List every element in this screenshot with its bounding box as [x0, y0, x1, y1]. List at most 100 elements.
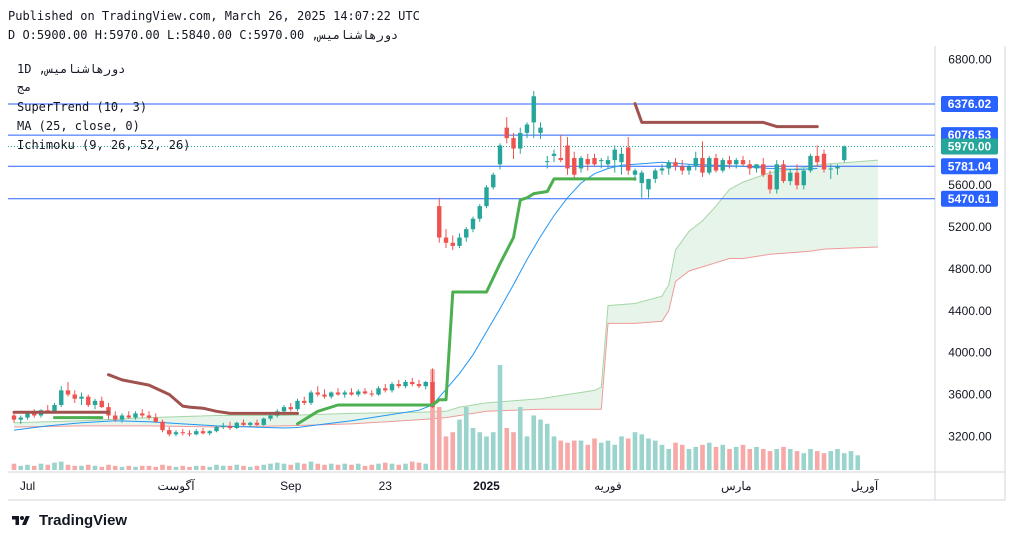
volume-bar [11, 463, 17, 470]
candle-body [146, 415, 152, 418]
level-price-label: 6376.02 [948, 97, 992, 111]
volume-bar [234, 464, 240, 470]
candle-body [315, 392, 320, 395]
candle-body [457, 237, 462, 246]
candle-body [464, 229, 469, 238]
candle-body [693, 157, 698, 167]
volume-bar [106, 464, 111, 470]
volume-bar [524, 436, 530, 470]
current-price-label: 5970.00 [948, 139, 992, 153]
volume-bar [484, 436, 489, 470]
legend-ichimoku[interactable]: Ichimoku (9, 26, 52, 26) [17, 138, 190, 152]
volume-bar [58, 461, 64, 470]
candle-body [578, 157, 584, 169]
volume-bar [504, 428, 510, 470]
candle-body [133, 413, 138, 418]
candle-body [808, 155, 813, 171]
candle-body [187, 433, 192, 435]
volume-bar [673, 442, 678, 470]
volume-bar [787, 449, 793, 470]
volume-bar [686, 449, 692, 470]
candle-body [194, 431, 199, 435]
candle-body [173, 432, 179, 435]
price-chart[interactable]: 3200.00 3600.00 4000.00 4400.00 4800.00 5200.… [0, 0, 1012, 541]
candle-body [484, 187, 489, 207]
legend-supertrend[interactable]: SuperTrend (10, 3) [17, 100, 147, 114]
candle-body [342, 392, 347, 395]
candle-body [126, 415, 131, 418]
candle-body [99, 400, 104, 408]
volume-bar [490, 432, 496, 470]
volume-bar [517, 407, 523, 470]
candle-body [747, 164, 752, 169]
volume-bar [274, 462, 280, 470]
volume-bar [450, 432, 456, 470]
candle-body [234, 422, 239, 429]
x-tick-label: Sep [280, 479, 302, 493]
volume-bar [544, 423, 550, 470]
volume-bar [598, 442, 604, 470]
volume-bar [376, 463, 381, 470]
candle-body [403, 381, 408, 387]
candle-body [821, 153, 827, 170]
candle-body [356, 391, 361, 395]
candle-body [227, 425, 233, 429]
candle-body [518, 132, 523, 149]
volume-bar [612, 444, 618, 470]
volume-bar [315, 463, 321, 470]
volume-bar [18, 465, 24, 470]
y-tick-label: 4800.00 [948, 262, 992, 276]
candle-body [443, 237, 449, 243]
candle-body [700, 157, 705, 173]
volume-bar [578, 440, 584, 470]
candle-body [450, 242, 455, 246]
candle-body [322, 394, 327, 397]
candle-body [254, 422, 260, 425]
candle-body [551, 153, 557, 156]
volume-bar [605, 440, 611, 470]
candle-body [767, 174, 773, 190]
candle-body [248, 422, 253, 425]
y-tick-label: 4000.00 [948, 346, 992, 360]
tradingview-brand[interactable]: TradingView [8, 512, 127, 529]
volume-bar [565, 442, 570, 470]
volume-bar [835, 449, 840, 470]
candle-body [389, 384, 395, 391]
volume-bar [295, 462, 300, 470]
x-tick-label: 23 [379, 479, 393, 493]
candle-body [835, 166, 840, 169]
volume-bar [666, 449, 672, 470]
candle-body [754, 164, 759, 169]
candle-body [585, 159, 590, 165]
volume-bar [457, 419, 462, 470]
x-tick-label: آوریل [851, 478, 879, 493]
candle-body [605, 160, 611, 165]
volume-bar [848, 451, 854, 470]
candle-body [79, 396, 84, 399]
volume-bar [349, 464, 354, 470]
candle-body [329, 392, 334, 397]
y-tick-label: 3600.00 [948, 388, 992, 402]
level-price-label: 5470.61 [948, 192, 992, 206]
candle-body [504, 127, 509, 139]
volume-bar [551, 436, 557, 470]
candle-body [241, 422, 246, 425]
volume-bar [693, 446, 699, 470]
candle-body [369, 393, 374, 395]
tradingview-logo-icon [12, 515, 30, 525]
volume-bar [45, 464, 51, 470]
candle-body [11, 415, 17, 420]
candle-body [288, 407, 293, 410]
volume-bar [335, 464, 341, 470]
legend-symbol: دورهاشناميس, 1D [17, 62, 126, 76]
legend-ma[interactable]: MA (25, close, 0) [17, 119, 140, 133]
volume-bar [511, 432, 516, 470]
volume-bar [382, 462, 388, 470]
volume-bar [146, 465, 152, 470]
volume-bar [733, 446, 739, 470]
candle-body [295, 400, 300, 410]
candle-body [545, 161, 550, 163]
candle-body [713, 157, 719, 171]
candle-body [261, 418, 266, 425]
candle-body [565, 145, 570, 169]
